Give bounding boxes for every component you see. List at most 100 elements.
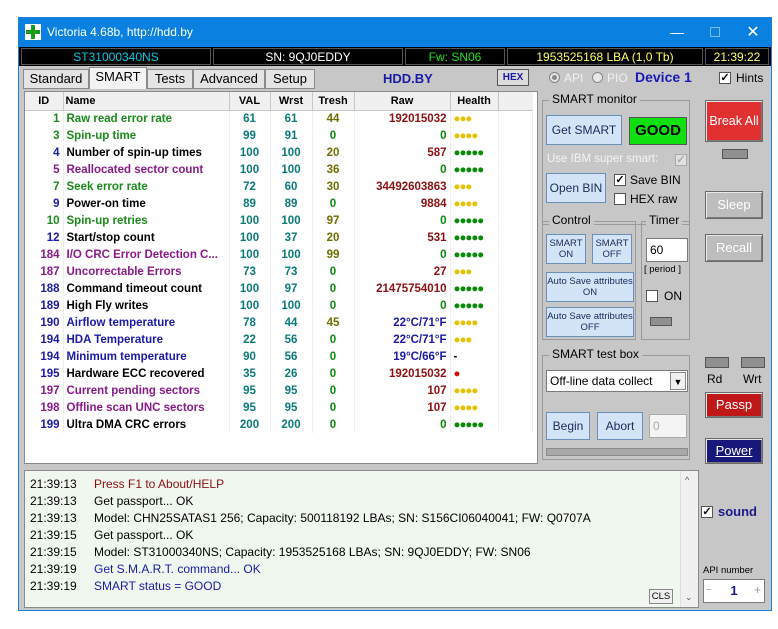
passp-button[interactable]: Passp (705, 392, 763, 418)
hex-button[interactable]: HEX (497, 69, 529, 86)
tab-bar: Standard SMART Tests Advanced Setup HDD.… (19, 67, 771, 89)
autosave-off-button[interactable]: Auto Save attributes OFF (546, 307, 634, 337)
col-id-header[interactable]: ID (25, 92, 64, 111)
open-bin-button[interactable]: Open BIN (546, 173, 606, 203)
hex-raw-checkbox[interactable] (614, 193, 626, 205)
attr-name-cell: Spin-up time (63, 127, 230, 144)
spin-up-icon[interactable]: + (754, 583, 761, 597)
test-lba-input[interactable]: 0 (649, 414, 687, 438)
attr-id-cell: 199 (25, 416, 64, 433)
table-row[interactable]: 184 I/O CRC Error Detection C... 100 100 99 0… (25, 246, 533, 263)
attr-id-cell: 4 (25, 144, 64, 161)
attr-health-cell: ●●●●● (450, 212, 499, 229)
table-row[interactable]: 7 Seek error rate 72 60 30 34492603863 ●●● (25, 178, 533, 195)
table-row[interactable]: 9 Power-on time 89 89 0 9884 ●●●● (25, 195, 533, 212)
table-row[interactable]: 12 Start/stop count 100 37 20 531 ●●●●● (25, 229, 533, 246)
attr-name-cell: Hardware ECC recovered (63, 365, 230, 382)
attr-val-cell: 89 (229, 195, 271, 212)
spare-cell (498, 399, 533, 416)
attr-id-cell: 189 (25, 297, 64, 314)
table-row[interactable]: 189 High Fly writes 100 100 0 0 ●●●●● (25, 297, 533, 314)
model-label: ST31000340NS (21, 48, 211, 65)
attr-wrst-cell: 91 (270, 127, 313, 144)
tab-standard[interactable]: Standard (23, 69, 89, 89)
attr-name-cell: Airflow temperature (63, 314, 230, 331)
close-button[interactable]: ✕ (735, 18, 771, 47)
tab-tests[interactable]: Tests (147, 69, 193, 89)
test-type-select[interactable]: Off-line data collect ▼ (546, 370, 688, 392)
scroll-up-icon[interactable]: ^ (685, 475, 689, 485)
table-row[interactable]: 4 Number of spin-up times 100 100 20 587 ●●●●● (25, 144, 533, 161)
table-row[interactable]: 188 Command timeout count 100 97 0 2147575401… (25, 280, 533, 297)
sleep-button[interactable]: Sleep (705, 191, 763, 219)
attr-val-cell: 90 (229, 348, 271, 365)
table-row[interactable]: 10 Spin-up retries 100 100 97 0 ●●●●● (25, 212, 533, 229)
scroll-down-icon[interactable]: ⌄ (685, 592, 693, 603)
break-all-button[interactable]: Break All (705, 100, 763, 142)
maximize-button[interactable] (697, 18, 733, 47)
col-raw-header[interactable]: Raw (354, 92, 451, 111)
table-row[interactable]: 5 Reallocated sector count 100 100 36 0 ●●●●● (25, 161, 533, 178)
table-row[interactable]: 197 Current pending sectors 95 95 0 107 ●●●● (25, 382, 533, 399)
attr-raw-cell: 27 (354, 263, 451, 280)
begin-button[interactable]: Begin (546, 412, 590, 440)
save-bin-checkbox[interactable]: ✓ (614, 174, 626, 186)
attr-id-cell: 184 (25, 246, 64, 263)
spare-cell (498, 382, 533, 399)
break-indicator (722, 149, 748, 159)
col-val-header[interactable]: VAL (229, 92, 271, 111)
table-row[interactable]: 194 Minimum temperature 90 56 0 19°C/66°F - (25, 348, 533, 365)
attr-name-cell: HDA Temperature (63, 331, 230, 348)
attr-id-cell: 197 (25, 382, 64, 399)
table-row[interactable]: 190 Airflow temperature 78 44 45 22°C/71°F ●●●… (25, 314, 533, 331)
ibm-super-smart-checkbox[interactable]: ✓ (675, 154, 687, 166)
smart-off-button[interactable]: SMART OFF (592, 234, 632, 264)
table-row[interactable]: 194 HDA Temperature 22 56 0 22°C/71°F ●●● (25, 331, 533, 348)
power-button[interactable]: Power (705, 438, 763, 464)
table-row[interactable]: 1 Raw read error rate 61 61 44 192015032 ●●● (25, 110, 533, 127)
log-scrollbar[interactable]: ^ ⌄ (680, 471, 698, 607)
table-row[interactable]: 3 Spin-up time 99 91 0 0 ●●●● (25, 127, 533, 144)
log-panel[interactable]: 21:39:13 Press F1 to About/HELP 21:39:13 Ge… (24, 470, 699, 608)
recall-button[interactable]: Recall (705, 234, 763, 262)
attr-val-cell: 100 (229, 280, 271, 297)
attr-raw-cell: 22°C/71°F (354, 314, 451, 331)
col-name-header[interactable]: Name (63, 92, 230, 111)
spare-cell (498, 348, 533, 365)
api-number-spinner[interactable]: − 1 + (703, 579, 765, 603)
timer-on-checkbox[interactable] (646, 290, 658, 302)
hints-checkbox[interactable]: ✓ (719, 72, 731, 84)
title-bar[interactable]: Victoria 4.68b, http://hdd.by — ✕ (19, 18, 771, 47)
col-health-header[interactable]: Health (450, 92, 499, 111)
col-wrst-header[interactable]: Wrst (270, 92, 313, 111)
tab-advanced[interactable]: Advanced (193, 69, 265, 89)
attr-name-cell: High Fly writes (63, 297, 230, 314)
abort-button[interactable]: Abort (597, 412, 643, 440)
table-row[interactable]: 199 Ultra DMA CRC errors 200 200 0 0 ●●●●● (25, 416, 533, 433)
attr-tresh-cell: 36 (312, 161, 355, 178)
cls-button[interactable]: CLS (649, 589, 673, 604)
col-tresh-header[interactable]: Tresh (312, 92, 355, 111)
attr-name-cell: Power-on time (63, 195, 230, 212)
api-radio[interactable] (549, 72, 560, 83)
firmware-label: Fw: SN06 (405, 48, 505, 65)
tab-smart[interactable]: SMART (89, 67, 147, 89)
attr-val-cell: 78 (229, 314, 271, 331)
log-time: 21:39:15 (30, 528, 77, 542)
sound-checkbox[interactable]: ✓ (701, 506, 713, 518)
chevron-down-icon[interactable]: ▼ (670, 372, 686, 390)
table-row[interactable]: 195 Hardware ECC recovered 35 26 0 192015032 ● (25, 365, 533, 382)
pio-radio[interactable] (592, 72, 603, 83)
smart-on-button[interactable]: SMART ON (546, 234, 586, 264)
table-row[interactable]: 198 Offline scan UNC sectors 95 95 0 107 ●●●● (25, 399, 533, 416)
get-smart-button[interactable]: Get SMART (546, 115, 622, 145)
minimize-button[interactable]: — (659, 18, 695, 47)
table-row[interactable]: 187 Uncorrectable Errors 73 73 0 27 ●●● (25, 263, 533, 280)
autosave-on-button[interactable]: Auto Save attributes ON (546, 272, 634, 302)
device-label[interactable]: Device 1 (635, 69, 692, 85)
smart-status-badge: GOOD (629, 117, 687, 145)
hddby-link[interactable]: HDD.BY (383, 71, 433, 86)
tab-setup[interactable]: Setup (265, 69, 315, 89)
timer-period-input[interactable]: 60 (646, 238, 688, 262)
app-window: Victoria 4.68b, http://hdd.by — ✕ ST3100… (18, 17, 772, 611)
